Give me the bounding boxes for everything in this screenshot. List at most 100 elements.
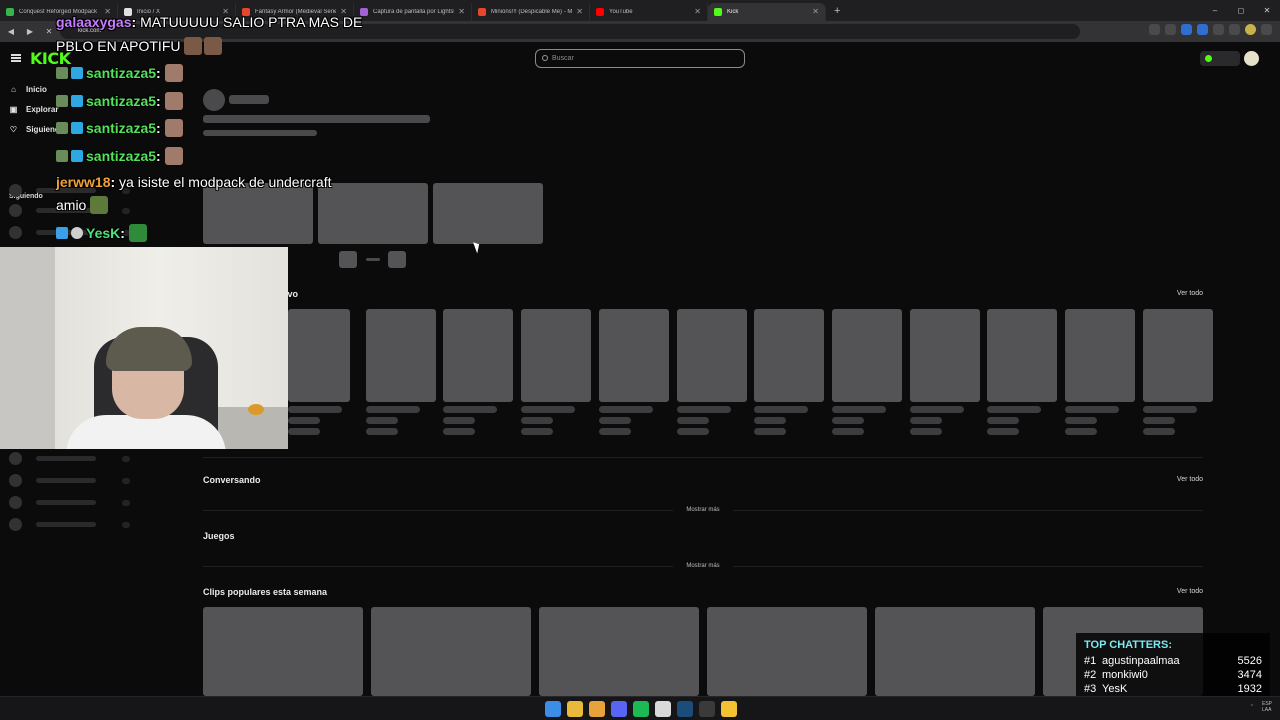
sidebar-item-inicio[interactable]: ⌂ Inicio (9, 85, 47, 94)
live-stream-card[interactable] (831, 309, 902, 402)
carousel-card[interactable] (433, 183, 543, 244)
file-explorer-icon[interactable] (567, 701, 583, 717)
clip-card[interactable] (875, 607, 1035, 696)
diamond-badge-icon (71, 150, 83, 162)
see-all-clips-link[interactable]: Ver todo (1177, 588, 1203, 595)
stream-meta-placeholder (676, 417, 709, 424)
live-stream-card[interactable] (754, 309, 825, 402)
status-toggle[interactable] (1200, 51, 1240, 66)
chat-username: santizaza5 (86, 65, 157, 81)
sword-badge-icon (56, 227, 68, 239)
see-all-conversando-link[interactable]: Ver todo (1177, 476, 1203, 483)
browser-tab[interactable]: YouTube ✕ (590, 2, 708, 21)
stream-meta-placeholder (1142, 406, 1197, 413)
live-stream-card[interactable] (443, 309, 514, 402)
live-stream-card[interactable] (1142, 309, 1213, 402)
app-icon[interactable] (655, 701, 671, 717)
bookmark-star-icon[interactable] (1165, 24, 1176, 35)
steam-icon[interactable] (677, 701, 693, 717)
stream-meta-placeholder (1142, 417, 1175, 424)
emote-icon (184, 37, 203, 55)
carousel-dots[interactable] (366, 258, 380, 261)
live-stream-card[interactable] (288, 309, 350, 402)
stream-meta-placeholder (288, 417, 320, 424)
live-stream-card[interactable] (909, 309, 980, 402)
minecraft-icon[interactable] (721, 701, 737, 717)
extension-icon[interactable] (1197, 24, 1208, 35)
live-stream-card[interactable] (987, 309, 1058, 402)
clip-card[interactable] (371, 607, 531, 696)
stream-meta-placeholder (909, 428, 942, 435)
spotify-icon[interactable] (633, 701, 649, 717)
browser-tab[interactable]: Kick ✕ (708, 2, 826, 21)
tab-close-icon[interactable]: ✕ (576, 7, 583, 16)
clip-card[interactable] (203, 607, 363, 696)
emote-icon (204, 37, 223, 55)
chat-message: santizaza5: (56, 147, 183, 165)
tab-favicon-icon (478, 7, 486, 16)
sidebar-icon[interactable] (1229, 24, 1240, 35)
profile-avatar[interactable] (1245, 24, 1256, 35)
eye-off-icon[interactable] (1149, 24, 1160, 35)
carousel-card[interactable] (203, 183, 313, 244)
main-content: ivo Ver todo Conversando Ver todo Mostra… (203, 42, 1213, 696)
featured-meta-placeholder (203, 130, 317, 136)
reload-icon[interactable]: ✕ (41, 27, 57, 36)
top-chatter-row: #1 agustinpaalmaa 5526 (1084, 655, 1262, 667)
live-stream-card[interactable] (521, 309, 592, 402)
following-channel-placeholder[interactable] (9, 474, 130, 487)
system-tray: ⌃ ESP LAA (1250, 701, 1272, 713)
tab-close-icon[interactable]: ✕ (694, 7, 701, 16)
back-icon[interactable]: ◀ (3, 27, 19, 36)
channel-name-placeholder (36, 456, 96, 461)
live-stream-card[interactable] (1065, 309, 1135, 402)
stream-meta-placeholder (987, 428, 1020, 435)
live-stream-card[interactable] (676, 309, 747, 402)
language-indicator[interactable]: ESP LAA (1262, 701, 1272, 713)
stream-meta-placeholder (831, 417, 864, 424)
browser-tab[interactable]: Captura de pantalla por Lightsh ✕ (354, 2, 472, 21)
tab-close-icon[interactable]: ✕ (812, 7, 819, 16)
section-title-juegos: Juegos (203, 531, 235, 541)
chat-username: galaaxygas (56, 14, 132, 30)
obs-icon[interactable] (699, 701, 715, 717)
tray-chevron-icon[interactable]: ⌃ (1250, 704, 1254, 710)
puzzle-icon[interactable] (1213, 24, 1224, 35)
emote-icon (164, 92, 183, 110)
chatter-rank: #2 (1084, 669, 1097, 681)
diamond-badge-icon (71, 122, 83, 134)
live-stream-card[interactable] (598, 309, 669, 402)
user-avatar[interactable] (1244, 51, 1259, 66)
following-channel-placeholder[interactable] (9, 452, 130, 465)
extension-icon[interactable] (1181, 24, 1192, 35)
carousel-card[interactable] (318, 183, 428, 244)
clip-card[interactable] (707, 607, 867, 696)
discord-icon[interactable] (611, 701, 627, 717)
stream-meta-placeholder (831, 428, 864, 435)
viewer-count-placeholder (122, 477, 130, 484)
carousel-next-button[interactable] (388, 251, 406, 268)
hamburger-menu-icon[interactable] (11, 54, 21, 62)
see-all-live-link[interactable]: Ver todo (1177, 290, 1203, 297)
forward-icon[interactable]: ▶ (22, 27, 38, 36)
chrome-icon[interactable] (589, 701, 605, 717)
sidebar-item-explorar[interactable]: ▣ Explorar (9, 105, 59, 114)
channel-name-placeholder (36, 478, 96, 483)
windows-start-icon[interactable] (545, 701, 561, 717)
maximize-button[interactable]: ◻ (1228, 0, 1254, 21)
new-tab-button[interactable]: + (834, 5, 840, 17)
browser-tab[interactable]: Minions!!! (Despicable Me) - M ✕ (472, 2, 590, 21)
chat-message: jerww18: ya isiste el modpack de undercr… (56, 174, 332, 190)
clip-card[interactable] (539, 607, 699, 696)
chat-username: santizaza5 (86, 148, 157, 164)
carousel-prev-button[interactable] (339, 251, 357, 268)
close-window-button[interactable]: ✕ (1254, 0, 1280, 21)
stream-meta-placeholder (365, 406, 420, 413)
minimize-button[interactable]: – (1202, 0, 1228, 21)
stream-meta-placeholder (754, 428, 787, 435)
menu-icon[interactable] (1261, 24, 1272, 35)
following-channel-placeholder[interactable] (9, 518, 130, 531)
tab-close-icon[interactable]: ✕ (458, 7, 465, 16)
live-stream-card[interactable] (365, 309, 436, 402)
following-channel-placeholder[interactable] (9, 496, 130, 509)
